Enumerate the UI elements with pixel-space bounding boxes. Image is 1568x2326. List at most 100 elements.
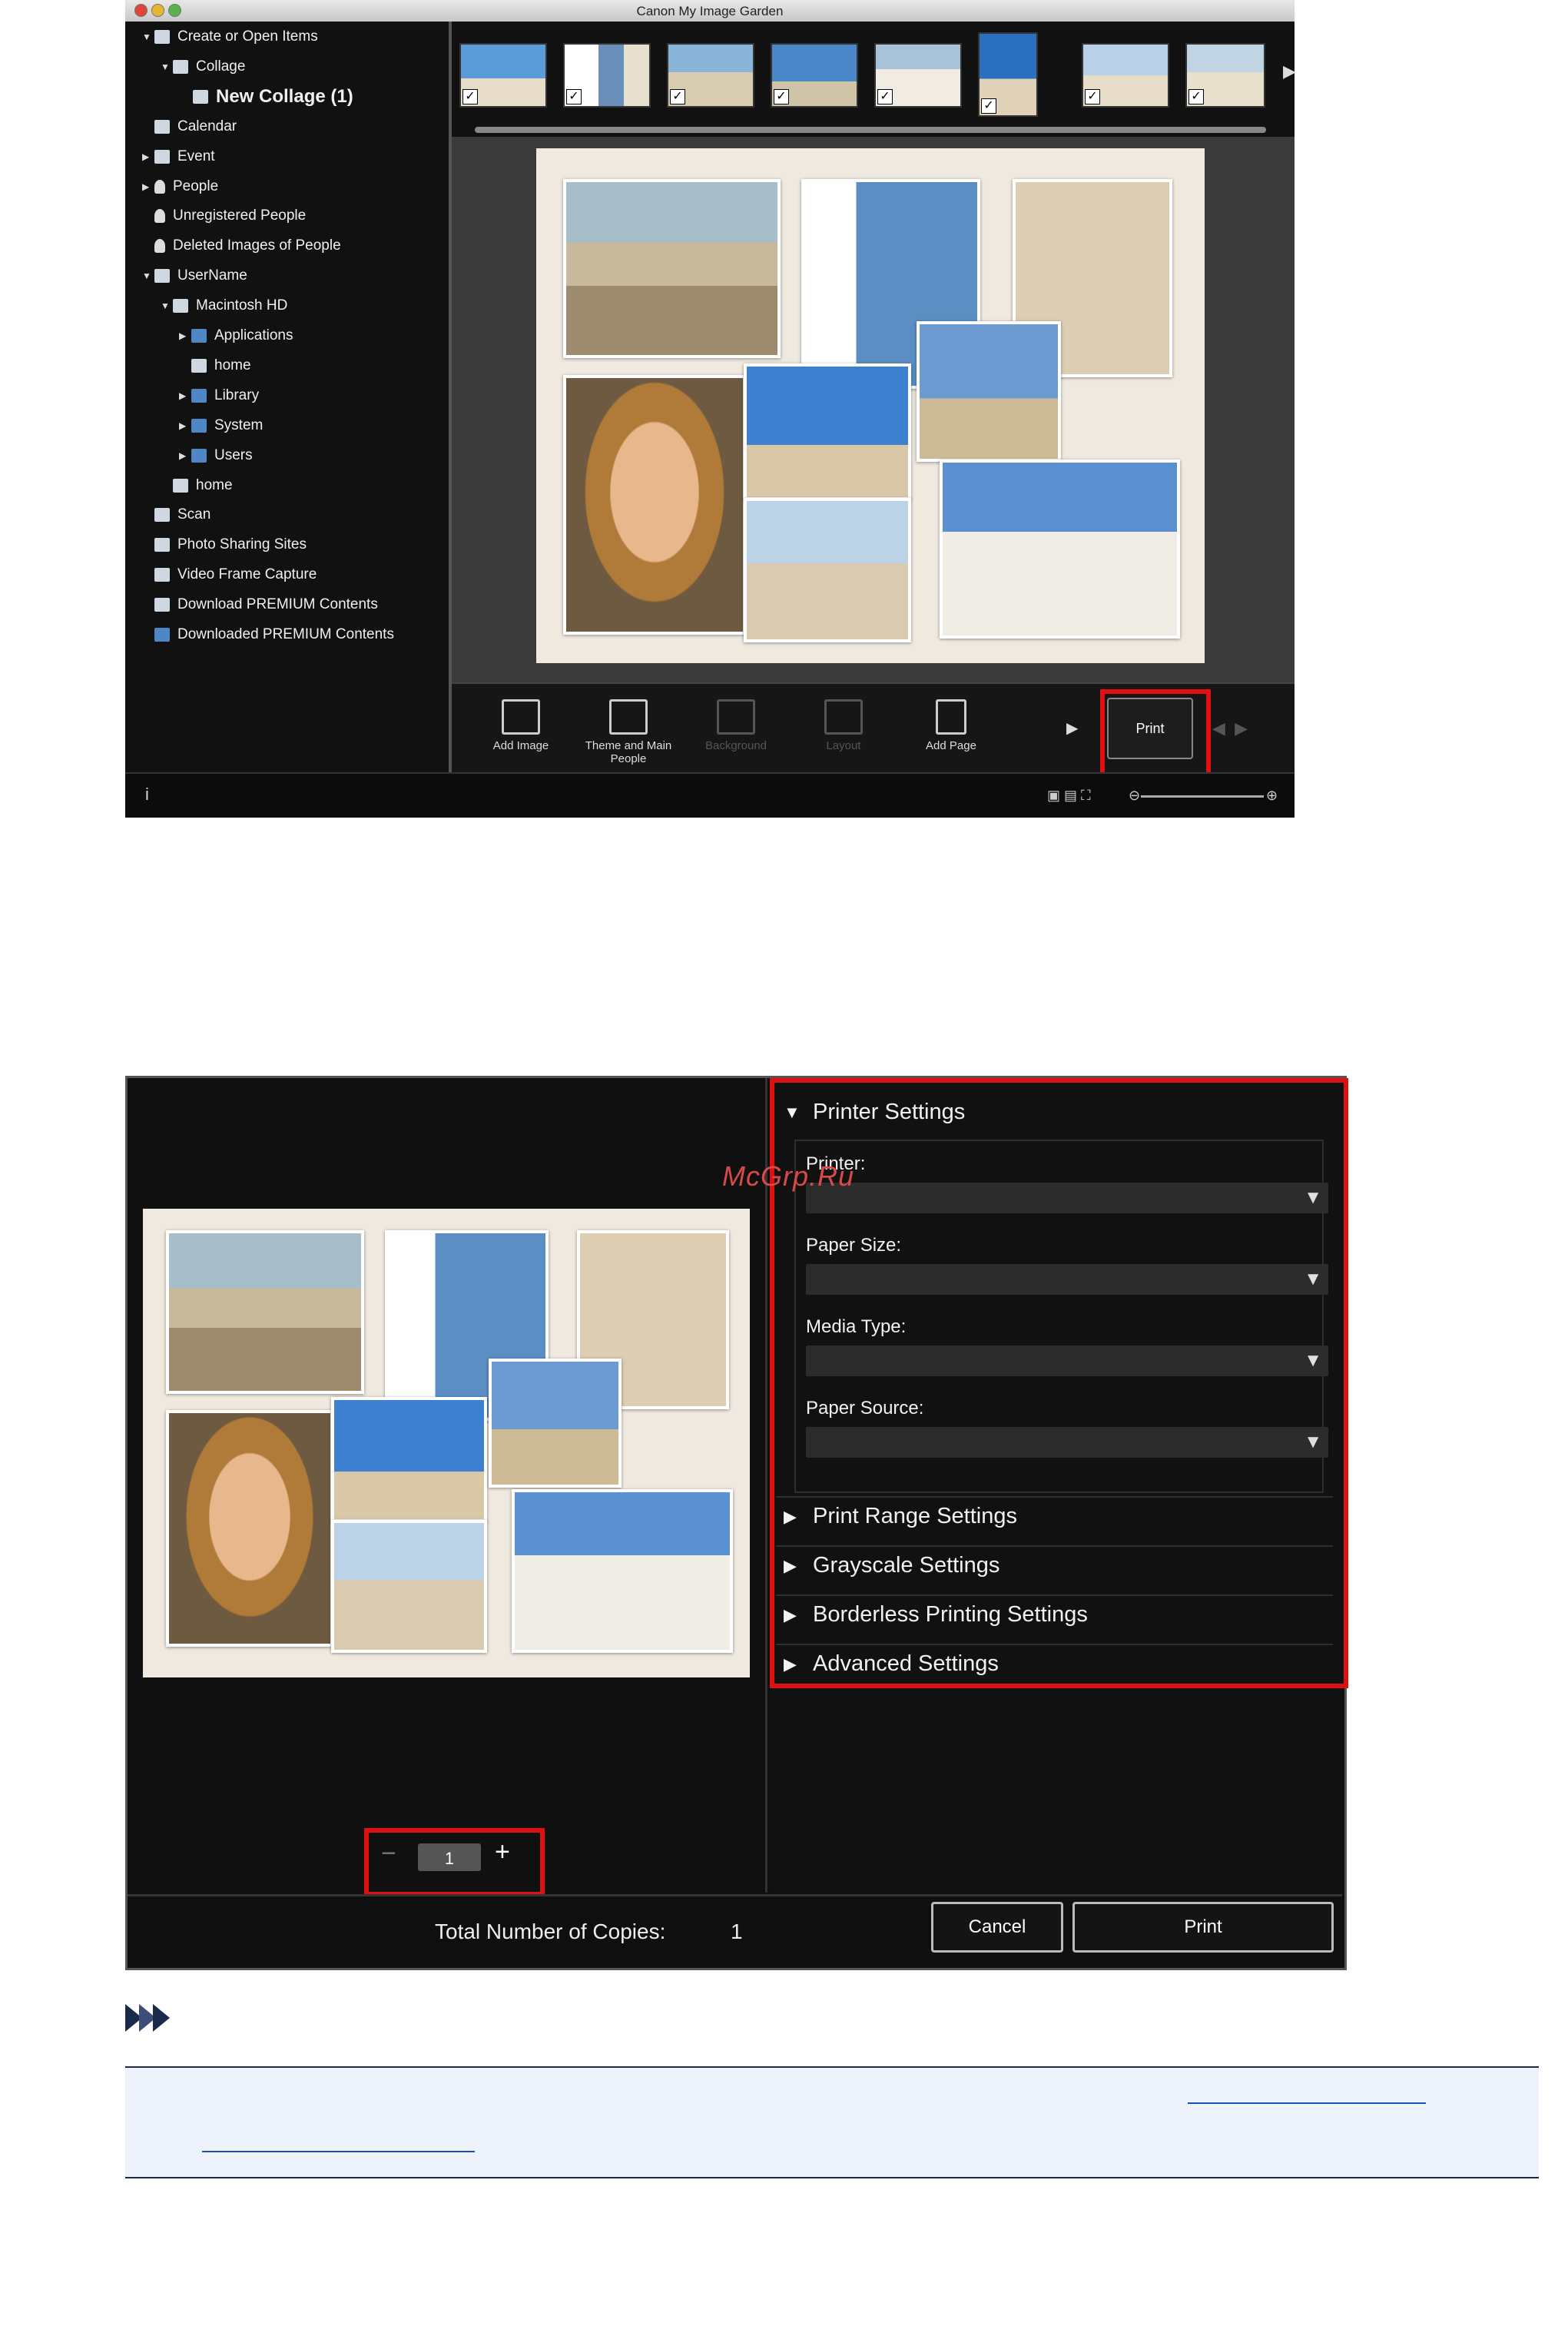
sidebar-item[interactable]: ▶ People — [142, 173, 218, 201]
layout-button[interactable]: Layout — [797, 699, 890, 752]
borderless-printing-settings-header[interactable]: ▶ Borderless Printing Settings — [784, 1602, 1088, 1628]
checkbox-icon[interactable]: ✓ — [877, 89, 893, 105]
expanded-triangle-icon: ▼ — [784, 1102, 801, 1122]
doc-icon — [154, 538, 170, 552]
printer-select[interactable]: ▼ — [806, 1183, 1328, 1213]
expand-arrow-icon[interactable]: ▼ — [142, 32, 153, 42]
collapse-arrow-icon[interactable]: ▶ — [179, 420, 190, 431]
photo-sea-lion[interactable] — [563, 179, 781, 358]
advanced-settings-header[interactable]: ▶ Advanced Settings — [784, 1651, 999, 1677]
thumbnail-4[interactable]: ✓ — [771, 43, 858, 108]
prev-page-arrow-icon[interactable]: ◀ — [1212, 718, 1225, 738]
thumbnail-6[interactable]: ✓ — [978, 32, 1038, 117]
thumbnail-7[interactable]: ✓ — [1082, 43, 1169, 108]
photo-father-son[interactable] — [744, 498, 911, 642]
next-page-arrow-icon[interactable]: ▶ — [1235, 718, 1248, 738]
zoom-out-icon[interactable]: ⊖ — [1129, 788, 1140, 804]
photo-child-closeup[interactable] — [563, 375, 746, 635]
photo-family-lying[interactable] — [940, 460, 1180, 639]
thumbnail-1[interactable]: ✓ — [459, 43, 547, 108]
media-type-select[interactable]: ▼ — [806, 1345, 1328, 1376]
thumbnail-2[interactable]: ✓ — [563, 43, 651, 108]
sidebar-item[interactable]: ▶ Library — [179, 382, 259, 410]
add-page-button[interactable]: Add Page — [905, 699, 997, 752]
paper-size-select[interactable]: ▼ — [806, 1264, 1328, 1295]
sidebar-item[interactable]: ▼ Macintosh HD — [161, 292, 287, 320]
print-button[interactable]: Print — [1107, 698, 1193, 759]
grayscale-settings-header[interactable]: ▶ Grayscale Settings — [784, 1553, 999, 1578]
print-range-settings-header[interactable]: ▶ Print Range Settings — [784, 1504, 1017, 1529]
sidebar-item[interactable]: Video Frame Capture — [142, 561, 317, 589]
divider — [776, 1644, 1333, 1645]
collapse-arrow-icon[interactable]: ▶ — [142, 181, 153, 192]
zoom-slider[interactable] — [1141, 795, 1264, 798]
sidebar-item[interactable]: Unregistered People — [142, 202, 306, 230]
sidebar-item[interactable]: Deleted Images of People — [142, 232, 341, 260]
sidebar-item[interactable]: Calendar — [142, 113, 237, 141]
copies-input[interactable]: 1 — [418, 1843, 481, 1871]
collapse-arrow-icon[interactable]: ▶ — [142, 151, 153, 162]
sidebar-item[interactable]: ▼ Create or Open Items — [142, 23, 318, 51]
checkbox-icon[interactable]: ✓ — [1188, 89, 1204, 105]
sidebar-item[interactable]: ▶ System — [179, 412, 263, 440]
theme-main-people-button[interactable]: Theme and Main People — [582, 699, 675, 765]
thumbnail-next-arrow-icon[interactable]: ▶ — [1283, 61, 1296, 81]
sidebar-item[interactable]: ▼ UserName — [142, 262, 247, 290]
dialog-print-button[interactable]: Print — [1072, 1902, 1334, 1953]
decrease-copies-button[interactable]: − — [381, 1839, 396, 1869]
checkbox-icon[interactable]: ✓ — [774, 89, 789, 105]
thumbnail-5[interactable]: ✓ — [874, 43, 962, 108]
checkbox-icon[interactable]: ✓ — [981, 98, 996, 114]
zoom-in-icon[interactable]: ⊕ — [1266, 788, 1278, 804]
sidebar-item[interactable]: ▶ Event — [142, 143, 215, 171]
sidebar-item[interactable]: Photo Sharing Sites — [142, 531, 307, 559]
collapse-arrow-icon[interactable]: ▶ — [179, 330, 190, 341]
preview-photo-beach-play — [489, 1359, 622, 1488]
person-icon — [154, 179, 165, 194]
add-page-icon — [936, 699, 966, 735]
note-link-2[interactable] — [202, 2151, 475, 2152]
doc-icon — [154, 269, 170, 284]
sidebar-item[interactable]: ▶ Applications — [179, 322, 293, 350]
view-mode-icons[interactable]: ▣ ▤ ⛶ — [1047, 788, 1091, 804]
sidebar-item-label: Scan — [177, 506, 211, 523]
doc-icon — [154, 598, 170, 612]
printer-settings-header[interactable]: ▼ Printer Settings — [784, 1100, 965, 1125]
increase-copies-button[interactable]: + — [495, 1837, 510, 1867]
window-title: Canon My Image Garden — [636, 4, 784, 18]
info-icon[interactable]: i — [145, 785, 149, 805]
paper-source-select[interactable]: ▼ — [806, 1427, 1328, 1458]
checkbox-icon[interactable]: ✓ — [670, 89, 685, 105]
sidebar-item[interactable]: home — [179, 352, 251, 380]
thumbnail-3[interactable]: ✓ — [667, 43, 754, 108]
cancel-button[interactable]: Cancel — [931, 1902, 1063, 1953]
expand-arrow-icon[interactable]: ▼ — [142, 270, 153, 281]
dropdown-arrow-icon: ▼ — [1304, 1350, 1322, 1371]
thumbnail-8[interactable]: ✓ — [1185, 43, 1265, 108]
sidebar-item[interactable]: ▶ Users — [179, 442, 253, 470]
folder-icon — [191, 329, 207, 343]
sidebar-item[interactable]: ▼ Collage — [161, 53, 245, 81]
expand-arrow-icon[interactable]: ▼ — [161, 61, 171, 72]
checkbox-icon[interactable]: ✓ — [566, 89, 582, 105]
sidebar-item[interactable]: Downloaded PREMIUM Contents — [142, 621, 394, 649]
sidebar-item[interactable]: Scan — [142, 501, 211, 529]
collage-page[interactable] — [536, 148, 1205, 663]
add-image-button[interactable]: Add Image — [475, 699, 567, 752]
collapse-arrow-icon[interactable]: ▶ — [179, 450, 190, 461]
background-button[interactable]: Background — [690, 699, 782, 752]
thumbnail-scrollbar[interactable] — [475, 127, 1266, 133]
sidebar-item-label: Library — [214, 387, 260, 403]
sidebar-item[interactable]: home — [161, 472, 233, 499]
sidebar-item[interactable]: New Collage (1) — [181, 83, 353, 111]
photo-skyline[interactable] — [744, 363, 911, 500]
checkbox-icon[interactable]: ✓ — [1085, 89, 1100, 105]
collapse-arrow-icon[interactable]: ▶ — [179, 390, 190, 401]
photo-beach-play[interactable] — [917, 321, 1061, 462]
checkbox-icon[interactable]: ✓ — [462, 89, 478, 105]
preview-photo-family-lying — [512, 1489, 733, 1653]
expand-arrow-icon[interactable]: ▼ — [161, 300, 171, 311]
note-link-1[interactable] — [1188, 2102, 1426, 2104]
more-tools-arrow-icon[interactable]: ▶ — [1066, 718, 1078, 738]
sidebar-item[interactable]: Download PREMIUM Contents — [142, 591, 378, 619]
